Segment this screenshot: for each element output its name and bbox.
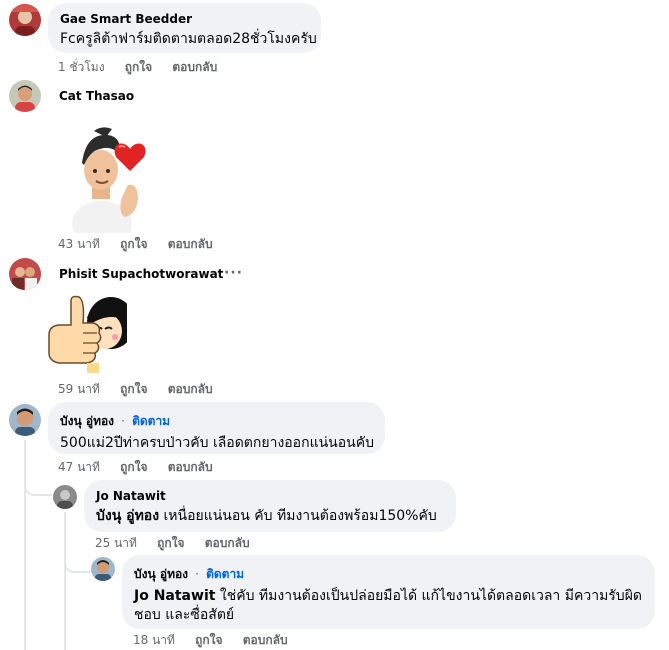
- comment-bubble: บังนุ อู่ทอง · ติดตาม 500แม่2ปีท่าครบป่า…: [48, 402, 385, 454]
- comment-text: 500แม่2ปีท่าครบป่าวคับ เลือดตกยางออกแน่น…: [60, 435, 374, 451]
- follow-button[interactable]: ติดตาม: [132, 414, 170, 428]
- reply-button[interactable]: ตอบกลับ: [172, 60, 217, 74]
- mention-link[interactable]: บังนุ อู่ทอง: [96, 508, 159, 524]
- comment-header: บังนุ อู่ทอง · ติดตาม: [134, 563, 643, 584]
- like-button[interactable]: ถูกใจ: [125, 60, 152, 74]
- comment-actions: 59 นาที ถูกใจ ตอบกลับ: [58, 380, 229, 399]
- comment-time[interactable]: 1 ชั่วโมง: [58, 60, 105, 74]
- comment-actions: 1 ชั่วโมง ถูกใจ ตอบกลับ: [58, 58, 233, 77]
- avatar[interactable]: [9, 80, 41, 112]
- thread-line: [64, 512, 66, 650]
- reply-button[interactable]: ตอบกลับ: [168, 460, 213, 474]
- comment-actions: 43 นาที ถูกใจ ตอบกลับ: [58, 235, 229, 254]
- comment-author[interactable]: Phisit Supachotworawat: [59, 267, 223, 281]
- reply-button[interactable]: ตอบกลับ: [168, 382, 213, 396]
- reply-button[interactable]: ตอบกลับ: [243, 633, 288, 647]
- comment-text-line2: ชอบ และซื่อสัตย์: [134, 607, 235, 623]
- thread-connector: [24, 478, 52, 496]
- like-button[interactable]: ถูกใจ: [120, 460, 147, 474]
- comment-body: เหนื่อยแน่นอน คับ ทีมงานต้องพร้อม150%คับ: [159, 508, 437, 524]
- reply-button[interactable]: ตอบกลับ: [168, 237, 213, 251]
- comment-actions: 47 นาที ถูกใจ ตอบกลับ: [58, 458, 229, 477]
- heart-hand-boy-sticker: [72, 125, 152, 245]
- avatar[interactable]: [9, 4, 41, 36]
- separator: ·: [121, 414, 125, 428]
- like-button[interactable]: ถูกใจ: [120, 237, 147, 251]
- comment-body: ใช่คับ ทีมงานต้องเป็นปล่อยมือได้ แก้ไขงา…: [215, 588, 642, 604]
- comment-author[interactable]: Jo Natawit: [96, 488, 444, 504]
- comment-bubble: บังนุ อู่ทอง · ติดตาม Jo Natawit ใช่คับ …: [122, 555, 655, 629]
- comment-author[interactable]: Gae Smart Beedder: [60, 11, 309, 27]
- like-button[interactable]: ถูกใจ: [157, 536, 184, 550]
- thumbs-up-girl-sticker: [47, 295, 135, 379]
- comment-bubble: Jo Natawit บังนุ อู่ทอง เหนื่อยแน่นอน คั…: [84, 480, 456, 532]
- like-button[interactable]: ถูกใจ: [120, 382, 147, 396]
- avatar[interactable]: [91, 557, 115, 581]
- comment-time[interactable]: 47 นาที: [58, 460, 100, 474]
- separator: ·: [195, 567, 199, 581]
- comment-actions: 25 นาที ถูกใจ ตอบกลับ: [95, 534, 266, 553]
- like-button[interactable]: ถูกใจ: [195, 633, 222, 647]
- avatar[interactable]: [9, 404, 41, 436]
- comment-text: Jo Natawit ใช่คับ ทีมงานต้องเป็นปล่อยมือ…: [134, 587, 643, 606]
- comment-author[interactable]: Cat Thasao: [59, 89, 134, 103]
- comment-actions: 18 นาที ถูกใจ ตอบกลับ: [133, 631, 304, 650]
- comment-author[interactable]: บังนุ อู่ทอง: [60, 414, 114, 428]
- mention-link[interactable]: Jo Natawit: [134, 588, 215, 604]
- follow-button[interactable]: ติดตาม: [206, 567, 244, 581]
- comment-header: บังนุ อู่ทอง · ติดตาม: [60, 410, 373, 431]
- comment-text: Fcครูลิต้าฟาร์มติดตามตลอด28ชั่วโมงครับ: [60, 31, 317, 47]
- comment-text: บังนุ อู่ทอง เหนื่อยแน่นอน คับ ทีมงานต้อ…: [96, 507, 444, 526]
- comment-time[interactable]: 25 นาที: [95, 536, 137, 550]
- comment-time[interactable]: 18 นาที: [133, 633, 175, 647]
- more-options-icon[interactable]: ···: [224, 265, 243, 281]
- comment-time[interactable]: 43 นาที: [58, 237, 100, 251]
- comment-bubble: Gae Smart Beedder Fcครูลิต้าฟาร์มติดตามต…: [48, 3, 321, 53]
- thread-connector: [64, 555, 90, 573]
- avatar[interactable]: [53, 485, 77, 509]
- comment-author[interactable]: บังนุ อู่ทอง: [134, 567, 188, 581]
- thread-line: [24, 440, 26, 650]
- reply-button[interactable]: ตอบกลับ: [205, 536, 250, 550]
- comment-time[interactable]: 59 นาที: [58, 382, 100, 396]
- avatar[interactable]: [9, 258, 41, 290]
